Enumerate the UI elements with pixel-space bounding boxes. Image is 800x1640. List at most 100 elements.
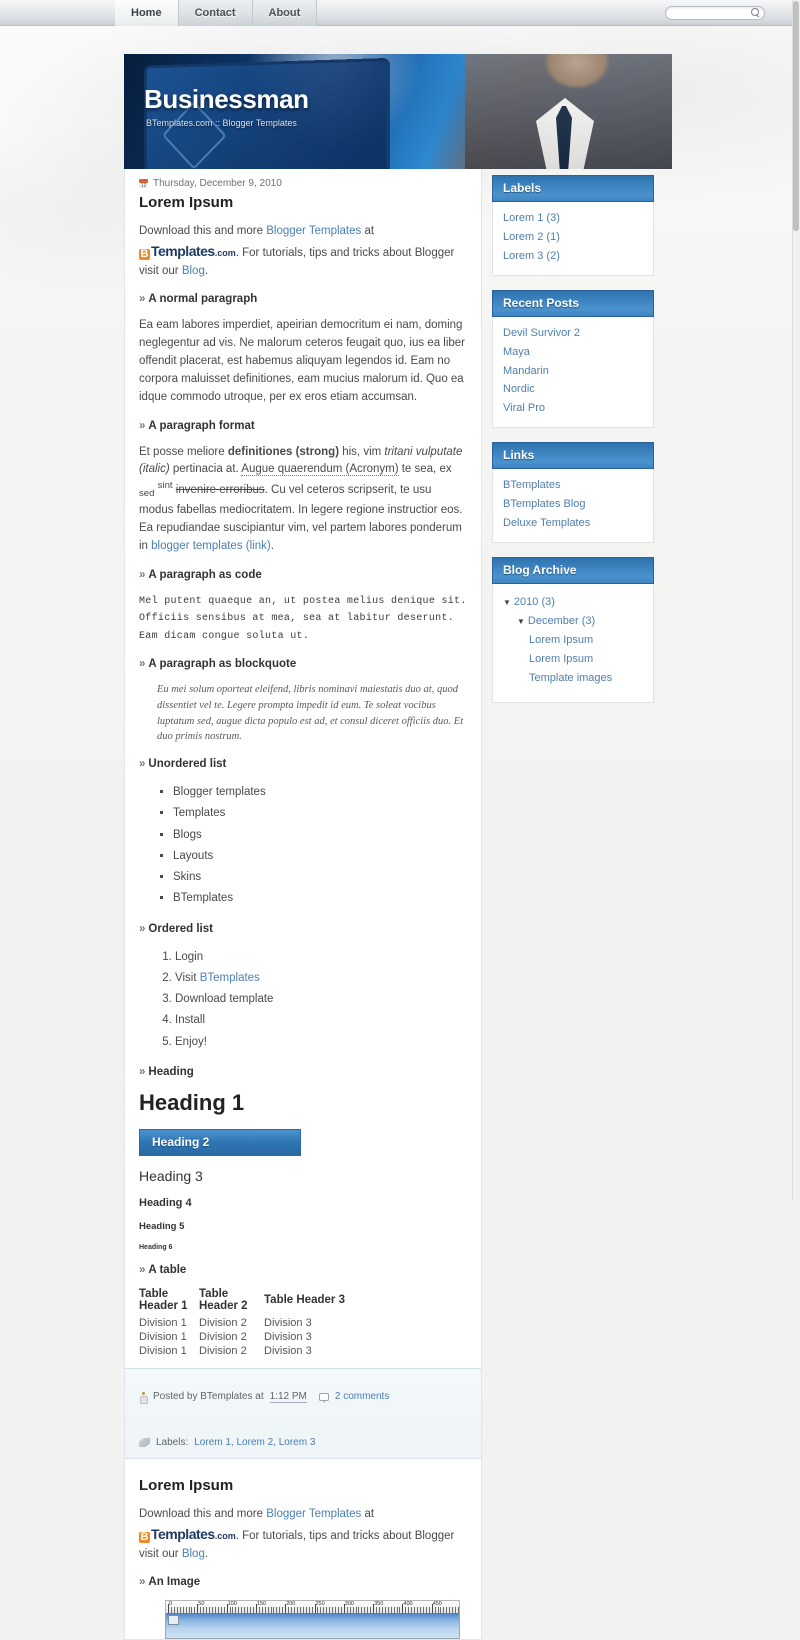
- blogger-templates-link[interactable]: Blogger Templates: [266, 1508, 361, 1520]
- archive-post-row[interactable]: Lorem Ipsum: [501, 631, 643, 650]
- list-item: Templates: [173, 803, 467, 824]
- widget-title: Recent Posts: [492, 289, 654, 317]
- btemplates-logo-word: Templates: [151, 242, 215, 259]
- search-box[interactable]: [665, 5, 765, 20]
- blog-post-1: Thursday, December 9, 2010 Lorem Ipsum D…: [124, 169, 482, 1459]
- ruler-graphic: 0 50 100 150 200 250 300 350 400 450: [165, 1600, 460, 1614]
- section-heading-normal-label: A normal paragraph: [148, 293, 258, 306]
- search-area: [665, 0, 765, 25]
- btemplates-logo: B Templates .com: [139, 1524, 236, 1546]
- table-cell: Division 1: [139, 1344, 187, 1357]
- calendar-icon: [139, 179, 148, 189]
- scrollbar-thumb[interactable]: [793, 1, 799, 231]
- labels-prefix: Labels:: [156, 1436, 189, 1448]
- sidebar-link-lorem-2[interactable]: Lorem 2 (1): [503, 228, 643, 247]
- sidebar-link-mandarin[interactable]: Mandarin: [503, 362, 643, 381]
- section-heading-image-label: An Image: [148, 1576, 201, 1589]
- sidebar-link-lorem-3[interactable]: Lorem 3 (2): [503, 247, 643, 266]
- archive-post-row[interactable]: Lorem Ipsum: [501, 650, 643, 669]
- btemplates-logo-com: .com: [214, 1530, 236, 1541]
- sidebar-link-nordic[interactable]: Nordic: [503, 380, 643, 399]
- strong-text: definitiones (strong): [227, 445, 340, 458]
- chevron-marker-icon: »: [139, 568, 146, 581]
- image-body-graphic: [165, 1613, 460, 1640]
- sidebar-link-btemplates[interactable]: BTemplates: [503, 476, 643, 495]
- sidebar-link-lorem-1[interactable]: Lorem 1 (3): [503, 209, 643, 228]
- blog-header-banner: Businessman BTemplates.com :: Blogger Te…: [124, 54, 672, 169]
- widget-recent-posts: Recent Posts Devil Survivor 2 Maya Manda…: [492, 289, 654, 429]
- format-text-2: his, vim: [339, 445, 385, 458]
- blog-description: BTemplates.com :: Blogger Templates: [146, 118, 297, 128]
- header-text-block: Businessman BTemplates.com :: Blogger Te…: [144, 84, 309, 128]
- search-input[interactable]: [673, 7, 751, 18]
- post-title[interactable]: Lorem Ipsum: [139, 1477, 467, 1494]
- nav-tab-home[interactable]: Home: [115, 0, 179, 26]
- table-cell: Division 1: [139, 1330, 187, 1343]
- ruler-label: 150: [256, 1601, 267, 1608]
- archive-month-row[interactable]: ▼ December (3): [501, 612, 643, 631]
- table-header-row: Table Header 1 Table Header 2 Table Head…: [139, 1288, 345, 1316]
- subscript-text: sed: [139, 488, 155, 500]
- post-time-link[interactable]: 1:12 PM: [269, 1391, 307, 1403]
- section-heading-unordered-list: » Unordered list: [139, 758, 467, 770]
- blog-post-2: Lorem Ipsum Download this and more Blogg…: [124, 1458, 482, 1640]
- ruler-label: 250: [315, 1601, 325, 1608]
- table-row: Division 1 Division 2 Division 3: [139, 1330, 345, 1344]
- post-title[interactable]: Lorem Ipsum: [139, 194, 467, 211]
- sidebar-link-viral-pro[interactable]: Viral Pro: [503, 399, 643, 418]
- triangle-down-icon[interactable]: ▼: [517, 615, 525, 629]
- comments-link[interactable]: 2 comments: [335, 1391, 389, 1402]
- page-scrollbar[interactable]: [792, 0, 800, 1200]
- triangle-down-icon[interactable]: ▼: [503, 596, 511, 610]
- archive-year-row[interactable]: ▼ 2010 (3): [501, 593, 643, 612]
- chevron-marker-icon: »: [139, 758, 146, 771]
- demo-heading-1: Heading 1: [139, 1089, 245, 1115]
- archive-post-link[interactable]: Template images: [529, 672, 612, 684]
- list-item: Install: [175, 1010, 467, 1031]
- sidebar-link-devil-survivor-2[interactable]: Devil Survivor 2: [503, 324, 643, 343]
- content-area: Thursday, December 9, 2010 Lorem Ipsum D…: [124, 169, 672, 1640]
- format-text-6: .: [270, 539, 274, 552]
- blogger-templates-link[interactable]: Blogger Templates: [266, 225, 361, 237]
- nav-tab-contact[interactable]: Contact: [178, 0, 253, 26]
- sidebar-link-deluxe-templates[interactable]: Deluxe Templates: [503, 514, 643, 533]
- tag-icon: [139, 1437, 150, 1447]
- btemplates-list-link[interactable]: BTemplates: [200, 972, 260, 984]
- chevron-marker-icon: »: [139, 1576, 146, 1589]
- table-cell: Division 2: [199, 1344, 247, 1357]
- archive-month-link[interactable]: December: [528, 615, 579, 627]
- sidebar-link-maya[interactable]: Maya: [503, 343, 643, 362]
- blog-title[interactable]: Businessman: [144, 84, 309, 115]
- nav-tab-about[interactable]: About: [252, 0, 318, 26]
- table-header-cell: Table Header 3: [264, 1293, 345, 1306]
- chevron-marker-icon: »: [139, 1065, 146, 1078]
- section-heading-ol-label: Ordered list: [148, 922, 213, 935]
- blogger-templates-inline-link[interactable]: blogger templates (link): [151, 540, 271, 552]
- author-icon: [139, 1391, 148, 1404]
- archive-year-count: (3): [541, 595, 555, 608]
- archive-year-link[interactable]: 2010: [514, 596, 538, 608]
- section-heading-ordered-list: » Ordered list: [139, 923, 467, 935]
- unordered-list: Blogger templates Templates Blogs Layout…: [139, 782, 467, 910]
- widget-title: Links: [492, 442, 654, 470]
- archive-post-link[interactable]: Lorem Ipsum: [529, 653, 593, 665]
- list-item: Download template: [175, 989, 467, 1010]
- blog-link[interactable]: Blog: [182, 1548, 205, 1560]
- section-heading-code-label: A paragraph as code: [148, 568, 262, 581]
- demo-heading-6: Heading 6: [139, 1243, 173, 1251]
- post-labels-links[interactable]: Lorem 1, Lorem 2, Lorem 3: [194, 1437, 315, 1448]
- archive-post-link[interactable]: Lorem Ipsum: [529, 634, 593, 646]
- blog-link[interactable]: Blog: [182, 265, 205, 277]
- list-item: Login: [175, 947, 467, 968]
- table-cell: Division 2: [199, 1330, 247, 1343]
- post-meta-line: Posted by BTemplates at 1:12 PM 2 commen…: [139, 1391, 467, 1404]
- nav-tabs: Home Contact About: [115, 0, 318, 26]
- btemplates-logo-word: Templates: [151, 1525, 215, 1542]
- sidebar: Labels Lorem 1 (3) Lorem 2 (1) Lorem 3 (…: [492, 169, 654, 1640]
- sidebar-link-btemplates-blog[interactable]: BTemplates Blog: [503, 495, 643, 514]
- table-cell: Division 3: [264, 1330, 312, 1343]
- widget-body: Devil Survivor 2 Maya Mandarin Nordic Vi…: [492, 316, 654, 429]
- archive-post-row[interactable]: Template images: [501, 669, 643, 688]
- post-footer: Posted by BTemplates at 1:12 PM 2 commen…: [125, 1367, 481, 1458]
- search-icon[interactable]: [751, 8, 760, 17]
